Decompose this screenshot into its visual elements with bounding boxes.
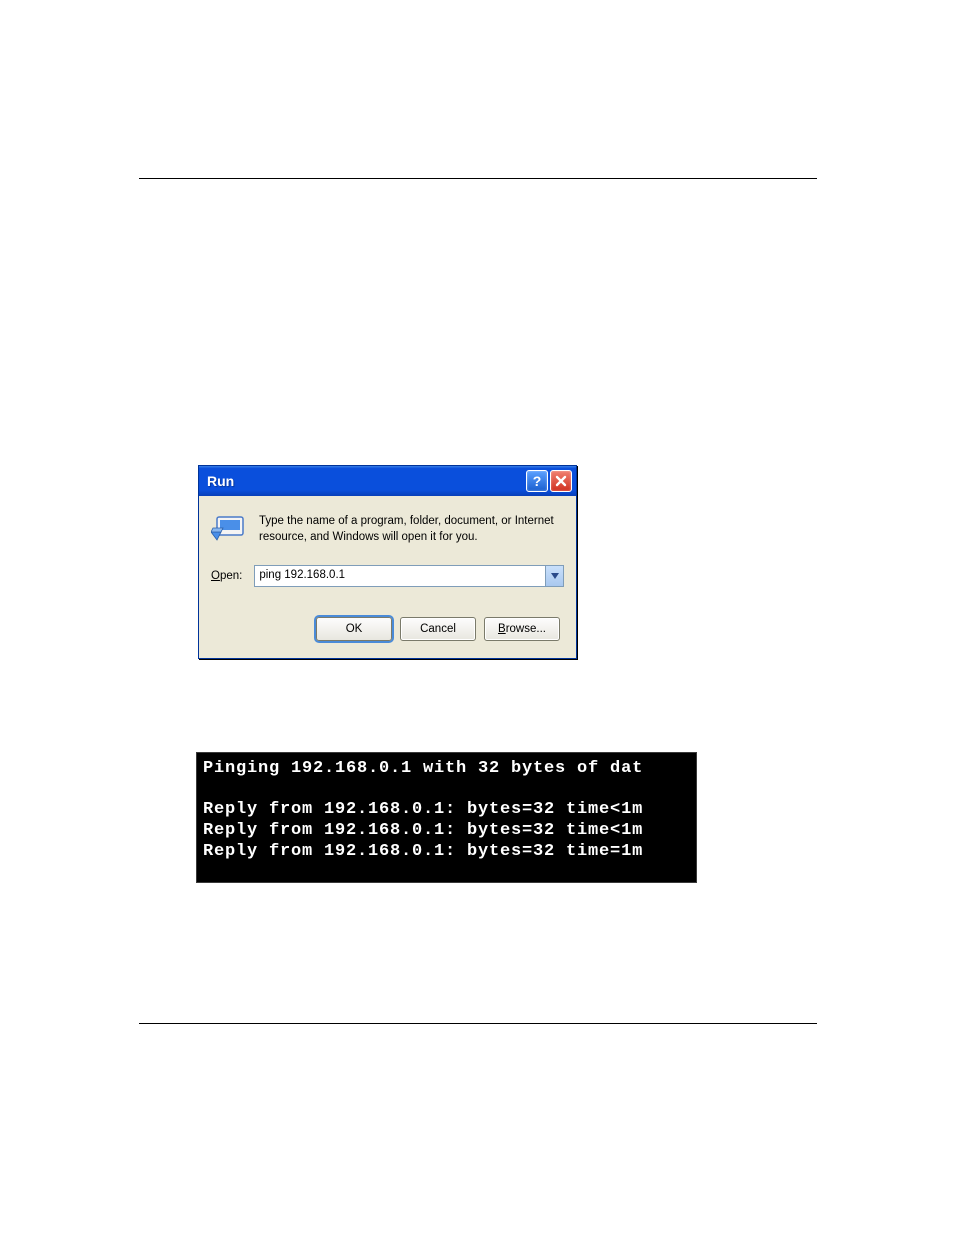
titlebar-buttons: ? <box>526 470 572 492</box>
command-prompt-output: Pinging 192.168.0.1 with 32 bytes of dat… <box>196 752 697 883</box>
intro-row: Type the name of a program, folder, docu… <box>211 514 564 545</box>
cancel-button[interactable]: Cancel <box>400 617 476 641</box>
window-title: Run <box>207 473 526 489</box>
dialog-body: Type the name of a program, folder, docu… <box>199 496 576 653</box>
open-input[interactable]: ping 192.168.0.1 <box>255 566 545 586</box>
document-page: Run ? <box>0 0 954 1235</box>
browse-button[interactable]: Browse... <box>484 617 560 641</box>
dropdown-button[interactable] <box>545 566 563 586</box>
run-dialog: Run ? <box>198 465 577 659</box>
cancel-button-label: Cancel <box>420 623 456 635</box>
open-label: Open: <box>211 570 242 582</box>
console-line: Reply from 192.168.0.1: bytes=32 time=1m <box>203 842 643 861</box>
intro-text: Type the name of a program, folder, docu… <box>259 514 564 545</box>
run-program-icon <box>211 514 245 542</box>
titlebar[interactable]: Run ? <box>199 466 576 496</box>
console-line: Reply from 192.168.0.1: bytes=32 time<1m <box>203 821 643 840</box>
ok-button-label: OK <box>346 623 363 635</box>
open-combobox[interactable]: ping 192.168.0.1 <box>254 565 564 587</box>
horizontal-rule-top <box>139 178 817 179</box>
button-row: OK Cancel Browse... <box>211 617 564 641</box>
help-button[interactable]: ? <box>526 470 548 492</box>
console-line: Pinging 192.168.0.1 with 32 bytes of dat <box>203 759 643 778</box>
chevron-down-icon <box>551 573 559 579</box>
close-icon <box>555 475 567 487</box>
close-button[interactable] <box>550 470 572 492</box>
open-row: Open: ping 192.168.0.1 <box>211 565 564 587</box>
ok-button[interactable]: OK <box>316 617 392 641</box>
help-icon: ? <box>533 473 542 489</box>
console-line: Reply from 192.168.0.1: bytes=32 time<1m <box>203 800 643 819</box>
horizontal-rule-bottom <box>139 1023 817 1024</box>
browse-button-label: Browse... <box>498 623 546 635</box>
